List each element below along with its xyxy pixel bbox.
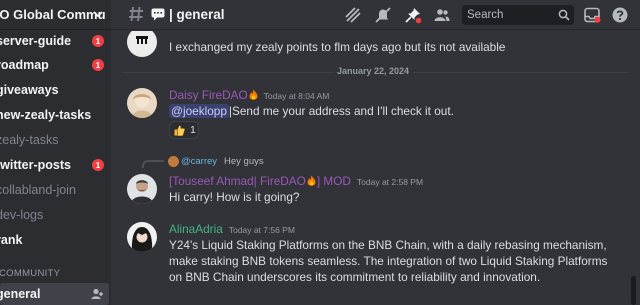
reply-avatar [168, 156, 179, 167]
channel-label: rank [0, 233, 23, 247]
message-line: Y24's Liquid Staking Platforms on the BN… [169, 238, 607, 252]
pin-icon[interactable] [404, 6, 422, 24]
message-timestamp: Today at 2:58 PM [356, 177, 424, 187]
help-icon[interactable] [611, 6, 629, 24]
search-icon[interactable] [558, 9, 570, 21]
inbox-icon[interactable] [583, 6, 601, 24]
channel-label: general [0, 287, 41, 301]
message-text: @joeklopp |Send me your address and I'll … [169, 104, 454, 118]
channel-label: server-guide [0, 34, 72, 48]
scrollbar-thumb[interactable] [631, 276, 636, 305]
channel-label: new-zealy-tasks [0, 108, 92, 122]
threads-icon[interactable] [344, 6, 362, 24]
search-input[interactable] [467, 8, 555, 22]
avatar[interactable] [127, 31, 157, 57]
add-member-icon[interactable] [90, 287, 104, 301]
author-name: [Touseef Ahmad| FireDAO [169, 174, 306, 188]
message-author[interactable]: AlinaAdria Today at 7:56 PM [169, 222, 295, 236]
fire-icon [307, 175, 316, 186]
sidebar-item-collabland-join[interactable]: collabland-join [0, 179, 111, 201]
author-name: AlinaAdria [169, 222, 223, 236]
unread-badge: 1 [92, 159, 104, 171]
message-body: |Send me your address and I'll check it … [228, 104, 454, 118]
channel-label: dev-logs [0, 208, 44, 222]
sidebar-item-zealy-tasks[interactable]: zealy-tasks [0, 129, 111, 151]
message-author[interactable]: Daisy FireDAO Today at 8:04 AM [169, 88, 329, 102]
author-name: Daisy FireDAO [169, 88, 248, 102]
sidebar-item-server-guide[interactable]: server-guide 1 [0, 30, 111, 52]
message-timestamp: Today at 8:04 AM [263, 91, 330, 101]
reply-text[interactable]: Hey guys [224, 156, 264, 167]
search-box [462, 5, 574, 25]
sidebar-item-twitter-posts[interactable]: twitter-posts 1 [0, 154, 111, 176]
avatar-image [132, 94, 152, 118]
channel-label: zealy-tasks [0, 133, 59, 147]
avatar[interactable] [127, 174, 157, 204]
message-list[interactable]: I exchanged my zealy points to flm days … [111, 31, 640, 305]
unread-badge: 1 [92, 59, 104, 71]
sidebar-item-new-zealy-tasks[interactable]: new-zealy-tasks [0, 104, 111, 126]
unread-badge: 1 [92, 35, 104, 47]
page-title: | general [169, 7, 225, 22]
avatar[interactable] [127, 222, 157, 252]
avatar-image [131, 227, 153, 252]
message-timestamp: Today at 7:56 PM [228, 225, 295, 235]
message-line: on BNB Chain underscores its commitment … [169, 270, 541, 284]
server-header[interactable]: AO Global Commu [0, 0, 111, 30]
reply-connector [142, 160, 164, 168]
fire-icon [249, 89, 258, 100]
channel-header: | general [111, 0, 640, 30]
sidebar-item-rank[interactable]: rank [0, 229, 111, 251]
author-role: ] MOD [316, 174, 351, 188]
channel-label: roadmap [0, 58, 49, 72]
message-text: Hi carry! How is it going? [169, 190, 300, 204]
avatar[interactable] [127, 88, 157, 118]
mute-icon[interactable] [374, 6, 392, 24]
channel-label: twitter-posts [0, 158, 71, 172]
category-community[interactable]: COMMUNITY [0, 268, 60, 279]
user-mention[interactable]: @joeklopp [169, 104, 229, 118]
avatar-image [131, 180, 153, 204]
message-line: make staking BNB tokens seamless. The in… [169, 254, 608, 268]
date-divider-label: January 22, 2024 [333, 66, 414, 76]
channel-label: collabland-join [0, 183, 76, 197]
members-icon[interactable] [433, 6, 451, 24]
thumbs-up-icon [174, 125, 185, 136]
channel-label: giveaways [0, 83, 59, 97]
reply-author[interactable]: @carrey [181, 156, 217, 167]
server-name: AO Global Commu [0, 7, 106, 22]
sidebar-item-general[interactable]: general [0, 283, 109, 305]
sidebar-item-roadmap[interactable]: roadmap 1 [0, 54, 111, 76]
hash-icon [129, 6, 143, 22]
chevron-down-icon [93, 11, 103, 18]
message-author[interactable]: [Touseef Ahmad| FireDAO ] MOD Today at 2:5… [169, 174, 423, 188]
chat-bubble-icon [151, 8, 165, 21]
channel-sidebar: AO Global Commu server-guide 1 roadmap 1… [0, 0, 111, 305]
bot-logo-icon [136, 36, 148, 44]
reaction-thumbs-up[interactable]: 1 [169, 121, 199, 139]
reaction-count: 1 [190, 124, 196, 136]
message-text: I exchanged my zealy points to flm days … [169, 40, 506, 54]
sidebar-item-giveaways[interactable]: giveaways [0, 79, 111, 101]
sidebar-item-dev-logs[interactable]: dev-logs [0, 204, 111, 226]
